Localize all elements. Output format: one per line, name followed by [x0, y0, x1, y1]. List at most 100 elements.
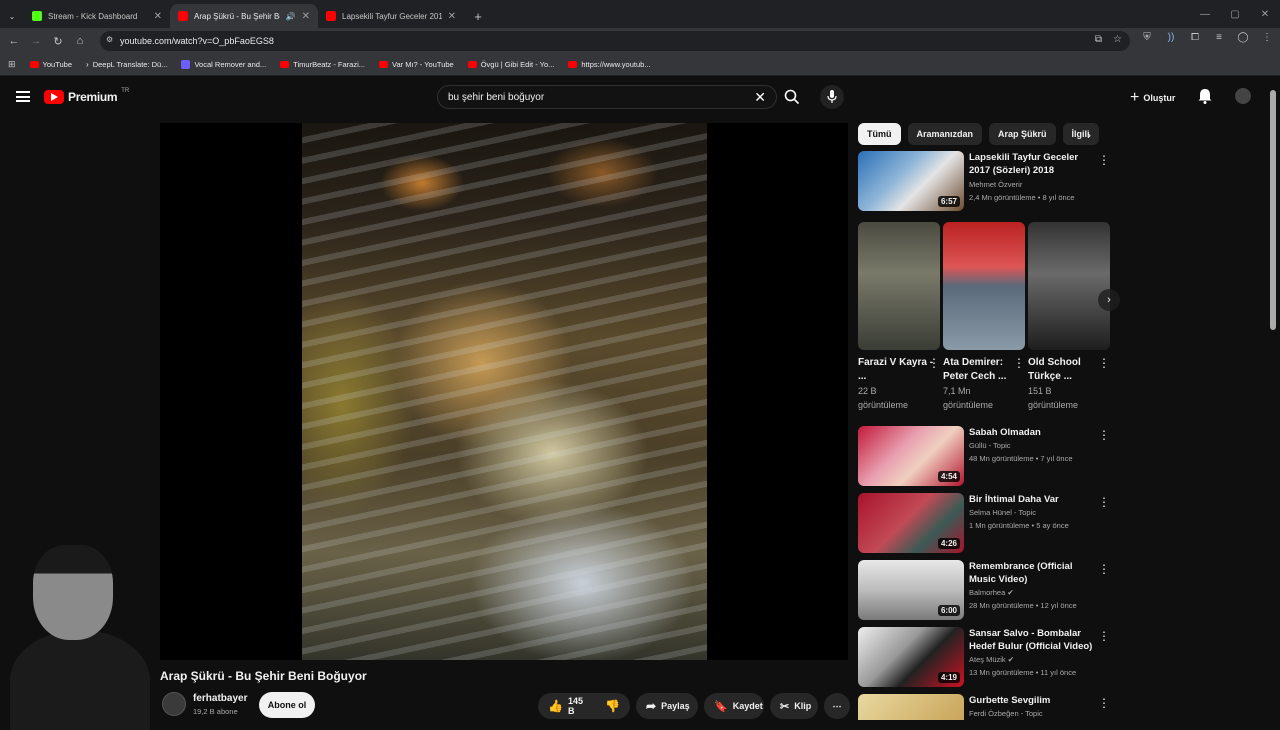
- verified-badge-icon: ✔: [1007, 655, 1015, 664]
- bookmark-item[interactable]: Var Mı? - YouTube: [379, 60, 454, 69]
- reload-icon[interactable]: ↻: [47, 35, 69, 48]
- translate-icon[interactable]: )): [1164, 32, 1178, 48]
- bookmark-item[interactable]: Övgü | Gibi Edit - Yo...: [467, 60, 554, 69]
- dislike-button-icon[interactable]: 👎: [605, 699, 620, 713]
- video-player[interactable]: [160, 123, 848, 660]
- short-item[interactable]: Farazi V Kayra - ... 22 B görüntüleme ⋮: [858, 222, 940, 412]
- close-tab-icon[interactable]: ✕: [302, 11, 310, 22]
- clip-button[interactable]: ✂ Klip: [770, 693, 818, 719]
- close-window-icon[interactable]: ✕: [1250, 9, 1280, 20]
- bookmark-item[interactable]: YouTube: [29, 60, 72, 69]
- more-options-icon[interactable]: ⋮: [1098, 356, 1110, 370]
- search-button[interactable]: [777, 85, 807, 109]
- like-button[interactable]: 👍 145 B: [548, 696, 583, 716]
- short-views: 7,1 Mn: [943, 386, 971, 396]
- more-actions-button[interactable]: ⋯: [824, 693, 850, 719]
- more-options-icon[interactable]: ⋮: [1098, 153, 1110, 167]
- tab-search-button[interactable]: ⌄: [0, 4, 24, 28]
- recommendation-channel: Balmorhea ✔: [969, 588, 1014, 597]
- chip-from-search[interactable]: Aramanızdan: [907, 123, 983, 145]
- more-options-icon[interactable]: ⋮: [1098, 629, 1110, 643]
- chips-next-icon[interactable]: ›: [1087, 128, 1091, 142]
- short-views: 151 B: [1028, 386, 1052, 396]
- youtube-favicon-icon: [568, 61, 578, 68]
- more-options-icon[interactable]: ⋮: [1013, 356, 1025, 370]
- recommendation-item[interactable]: 4:54 Sabah Olmadan Güllü - Topic 48 Mn g…: [858, 426, 1118, 488]
- close-tab-icon[interactable]: ✕: [154, 11, 162, 22]
- shield-icon[interactable]: ⛨: [1140, 32, 1154, 48]
- back-icon[interactable]: ←: [3, 35, 25, 47]
- share-arrow-icon: ➦: [646, 699, 657, 713]
- browser-tab-arap-sukru[interactable]: Arap Şükrü - Bu Şehir Beni 🔊 ✕: [170, 4, 318, 28]
- extension-icons: ⛨ )) ⧠ ≡ ◯ ⋮: [1140, 32, 1274, 48]
- more-options-icon[interactable]: ⋮: [1098, 495, 1110, 509]
- duration-badge: 4:19: [937, 672, 960, 683]
- recommendation-item[interactable]: 6:00 Remembrance (Official Music Video) …: [858, 560, 1118, 622]
- menu-hamburger-icon[interactable]: [16, 91, 30, 102]
- more-options-icon[interactable]: ⋮: [928, 356, 940, 370]
- search-input[interactable]: bu şehir beni boğuyor ✕: [437, 85, 777, 109]
- account-avatar[interactable]: [1235, 88, 1251, 104]
- duration-badge: 4:26: [937, 538, 960, 549]
- recommendation-item[interactable]: 4:19 Sansar Salvo - Bombalar Hedef Bulur…: [858, 627, 1118, 689]
- site-info-icon[interactable]: ⚙: [106, 35, 113, 44]
- recommendation-item[interactable]: Gurbette Sevgilim Ferdi Özbeğen - Topic …: [858, 694, 1118, 720]
- recommendation-item[interactable]: 4:26 Bir İhtimal Daha Var Selma Hünel - …: [858, 493, 1118, 555]
- media-control-icon[interactable]: ≡: [1212, 32, 1226, 48]
- subscribe-button[interactable]: Abone ol: [259, 692, 315, 718]
- voice-search-button[interactable]: [820, 85, 844, 109]
- profile-icon[interactable]: ◯: [1236, 32, 1250, 48]
- extensions-icon[interactable]: ⧠: [1188, 32, 1202, 48]
- notifications-button[interactable]: [1198, 88, 1212, 109]
- page-scrollbar[interactable]: [1270, 90, 1276, 330]
- kick-favicon-icon: [32, 11, 42, 21]
- bookmark-item[interactable]: › DeepL Translate: Dü...: [86, 60, 167, 69]
- maximize-icon[interactable]: ▢: [1220, 9, 1250, 20]
- chip-all[interactable]: Tümü: [858, 123, 901, 145]
- more-options-icon[interactable]: ⋮: [1098, 696, 1110, 710]
- create-button[interactable]: + Oluştur: [1130, 89, 1175, 107]
- cast-icon[interactable]: ⧉: [1095, 34, 1102, 45]
- bookmark-item[interactable]: TimurBeatz - Farazi...: [280, 60, 365, 69]
- tab-title: Stream - Kick Dashboard: [48, 11, 138, 21]
- bookmark-item[interactable]: Vocal Remover and...: [181, 60, 266, 69]
- recommendation-item[interactable]: 6:57 Lapsekili Tayfur Geceler 2017 (Sözl…: [858, 151, 1118, 215]
- recommendation-meta: 13 Mn görüntüleme • 11 yıl önce: [969, 668, 1077, 677]
- channel-avatar[interactable]: [162, 692, 186, 716]
- share-button[interactable]: ➦ Paylaş: [636, 693, 698, 719]
- bookmark-icon: 🔖: [714, 700, 728, 713]
- subscriber-count: 19,2 B abone: [193, 707, 238, 716]
- bookmark-item[interactable]: https://www.youtub...: [568, 60, 651, 69]
- new-tab-button[interactable]: +: [464, 4, 492, 28]
- recommendation-title: Remembrance (Official Music Video): [969, 561, 1073, 585]
- shorts-next-icon[interactable]: ›: [1098, 289, 1120, 311]
- logo-region: TR: [121, 88, 130, 94]
- forward-icon[interactable]: →: [25, 35, 47, 47]
- duration-badge: 6:00: [937, 605, 960, 616]
- tab-title: Arap Şükrü - Bu Şehir Beni: [194, 11, 280, 21]
- short-item[interactable]: Ata Demirer: Peter Cech ... 7,1 Mn görün…: [943, 222, 1025, 412]
- minimize-icon[interactable]: —: [1190, 9, 1220, 20]
- channel-name[interactable]: ferhatbayer: [193, 693, 247, 704]
- recommendation-filter-chips: Tümü Aramanızdan Arap Şükrü İlgili: [858, 123, 1099, 145]
- short-item[interactable]: Old School Türkçe ... 151 B görüntüleme …: [1028, 222, 1110, 412]
- speaker-icon[interactable]: 🔊: [286, 12, 296, 21]
- menu-dots-icon[interactable]: ⋮: [1260, 32, 1274, 48]
- clear-search-icon[interactable]: ✕: [754, 89, 766, 106]
- close-tab-icon[interactable]: ✕: [448, 11, 456, 22]
- address-bar[interactable]: ⚙ youtube.com/watch?v=O_pbFaoEGS8 ⧉ ☆: [100, 31, 1130, 51]
- more-options-icon[interactable]: ⋮: [1098, 428, 1110, 442]
- home-icon[interactable]: ⌂: [69, 35, 91, 47]
- chip-arap-sukru[interactable]: Arap Şükrü: [989, 123, 1056, 145]
- youtube-premium-logo[interactable]: Premium TR: [44, 88, 130, 104]
- chip-related[interactable]: İlgili: [1062, 123, 1099, 145]
- video-thumbnail: 6:57: [858, 151, 964, 211]
- recommendation-channel: Ferdi Özbeğen - Topic: [969, 709, 1043, 718]
- bookmark-star-icon[interactable]: ☆: [1113, 34, 1122, 45]
- save-button[interactable]: 🔖 Kaydet: [704, 693, 764, 719]
- apps-grid-icon[interactable]: ⊞: [8, 59, 16, 70]
- more-options-icon[interactable]: ⋮: [1098, 562, 1110, 576]
- browser-tab-kick[interactable]: Stream - Kick Dashboard ✕: [24, 4, 170, 28]
- browser-tab-lapsekili[interactable]: Lapsekili Tayfur Geceler 2017 (S ✕: [318, 4, 464, 28]
- recommendation-meta: 2,4 Mn görüntüleme • 8 yıl önce: [969, 193, 1075, 202]
